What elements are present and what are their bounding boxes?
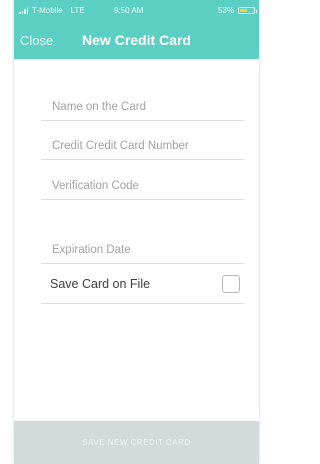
- carrier-name: T-Mobile: [32, 6, 63, 15]
- phone-screen: T-Mobile LTE 9:50 AM 53% Close New Credi…: [14, 0, 259, 464]
- battery-fill: [240, 9, 247, 12]
- status-bar: T-Mobile LTE 9:50 AM 53%: [14, 0, 259, 20]
- network-type: LTE: [70, 6, 85, 15]
- status-right: 53%: [217, 6, 257, 15]
- save-card-button[interactable]: SAVE NEW CREDIT CARD: [14, 421, 259, 464]
- name-on-card-field[interactable]: Name on the Card: [41, 95, 244, 121]
- save-card-label: Save Card on File: [50, 277, 151, 291]
- signal-icon: [19, 7, 29, 14]
- status-left: T-Mobile LTE: [19, 6, 85, 15]
- save-card-checkbox[interactable]: [222, 275, 240, 293]
- name-on-card-placeholder: Name on the Card: [52, 101, 146, 113]
- card-number-placeholder: Credit Credit Card Number: [52, 140, 189, 152]
- expiration-date-field[interactable]: Expiration Date: [41, 238, 244, 264]
- status-time: 9:50 AM: [114, 6, 144, 15]
- header-bar: T-Mobile LTE 9:50 AM 53% Close New Credi…: [14, 0, 259, 59]
- battery-icon: [238, 7, 257, 14]
- verification-code-placeholder: Verification Code: [52, 180, 139, 192]
- card-number-field[interactable]: Credit Credit Card Number: [41, 134, 244, 160]
- battery-percent: 53%: [217, 6, 234, 15]
- expiration-date-placeholder: Expiration Date: [52, 244, 131, 256]
- verification-code-field[interactable]: Verification Code: [41, 174, 244, 200]
- page-title: New Credit Card: [82, 32, 191, 48]
- save-card-row: Save Card on File: [41, 272, 244, 304]
